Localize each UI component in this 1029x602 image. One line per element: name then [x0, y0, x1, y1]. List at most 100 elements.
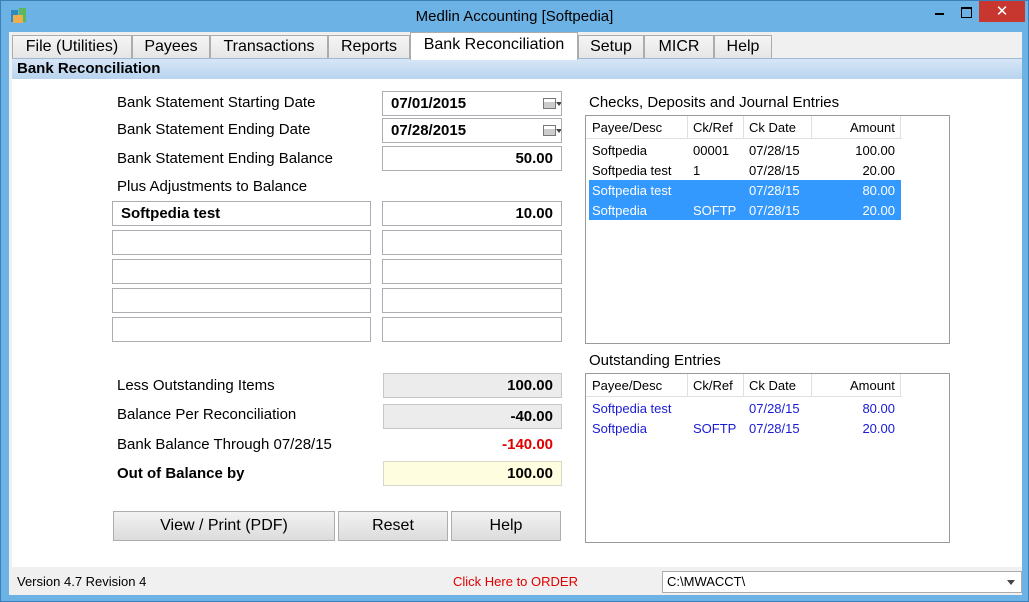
entry-payee: Softpedia test [592, 163, 672, 178]
column-divider[interactable] [900, 374, 901, 396]
tab-file-utilities[interactable]: File (Utilities) [12, 35, 132, 59]
reset-button[interactable]: Reset [338, 511, 448, 541]
column-header-ref[interactable]: Ck/Ref [693, 378, 733, 393]
tab-bank-reconciliation[interactable]: Bank Reconciliation [410, 32, 578, 60]
tab-strip: File (Utilities) Payees Transactions Rep… [9, 32, 1022, 60]
adjustment-desc-field[interactable] [112, 317, 371, 342]
maximize-button[interactable] [952, 1, 979, 22]
entry-ref: 00001 [693, 143, 730, 158]
data-path-select[interactable]: C:\MWACCT\ [662, 571, 1022, 593]
window-title: Medlin Accounting [Softpedia] [415, 8, 614, 25]
adjustment-desc-field[interactable]: Softpedia test [112, 201, 371, 226]
list-item[interactable]: Softpedia test 07/28/15 80.00 [589, 398, 901, 418]
reconciliation-panel: Bank Statement Starting Date 07/01/2015 … [12, 79, 1022, 567]
entry-date: 07/28/15 [749, 183, 800, 198]
tab-micr[interactable]: MICR [644, 35, 714, 59]
help-button[interactable]: Help [451, 511, 561, 541]
entries-list[interactable]: Payee/Desc Ck/Ref Ck Date Amount Softped… [585, 115, 950, 344]
column-header-date[interactable]: Ck Date [749, 378, 796, 393]
adjustment-amount-field[interactable] [382, 230, 562, 255]
column-divider[interactable] [900, 116, 901, 138]
column-header-payee[interactable]: Payee/Desc [592, 120, 662, 135]
chevron-down-icon[interactable] [556, 102, 561, 106]
close-button[interactable]: ✕ [979, 1, 1025, 22]
list-item[interactable]: Softpedia 00001 07/28/15 100.00 [589, 140, 901, 160]
tab-transactions[interactable]: Transactions [210, 35, 328, 59]
entry-amount: 100.00 [855, 143, 895, 158]
app-window: Medlin Accounting [Softpedia] ✕ File (Ut… [0, 0, 1029, 602]
adjustment-desc-field[interactable] [112, 259, 371, 284]
column-divider[interactable] [811, 116, 812, 138]
column-header-date[interactable]: Ck Date [749, 120, 796, 135]
order-link[interactable]: Click Here to ORDER [453, 574, 578, 589]
bank-balance-value: -140.00 [502, 436, 553, 453]
adjustment-amount-field[interactable] [382, 288, 562, 313]
end-balance-label: Bank Statement Ending Balance [117, 150, 333, 167]
start-date-picker[interactable]: 07/01/2015 [382, 91, 562, 116]
view-print-pdf-button[interactable]: View / Print (PDF) [113, 511, 335, 541]
column-divider[interactable] [687, 374, 688, 396]
chevron-down-icon[interactable] [1007, 580, 1015, 585]
column-header-amount[interactable]: Amount [850, 120, 895, 135]
chevron-down-icon[interactable] [556, 129, 561, 133]
column-divider[interactable] [743, 374, 744, 396]
column-header-ref[interactable]: Ck/Ref [693, 120, 733, 135]
column-header-payee[interactable]: Payee/Desc [592, 378, 662, 393]
list-item-selected[interactable]: Softpedia test 07/28/15 80.00 [589, 180, 901, 200]
entry-amount: 20.00 [862, 203, 895, 218]
minimize-button[interactable] [926, 1, 952, 22]
outstanding-list[interactable]: Payee/Desc Ck/Ref Ck Date Amount Softped… [585, 373, 950, 543]
out-of-balance-label: Out of Balance by [117, 465, 245, 482]
status-bar: Version 4.7 Revision 4 Click Here to ORD… [9, 567, 1022, 595]
entries-list-header: Payee/Desc Ck/Ref Ck Date Amount [586, 116, 902, 139]
adjustment-desc-field[interactable] [112, 230, 371, 255]
client-area: File (Utilities) Payees Transactions Rep… [9, 32, 1022, 595]
entry-amount: 80.00 [862, 401, 895, 416]
entry-amount: 20.00 [862, 421, 895, 436]
adjustment-amount-field[interactable] [382, 259, 562, 284]
entry-date: 07/28/15 [749, 401, 800, 416]
entries-title: Checks, Deposits and Journal Entries [589, 94, 840, 111]
entry-payee: Softpedia [592, 143, 647, 158]
outstanding-title: Outstanding Entries [589, 352, 721, 369]
entry-payee: Softpedia test [592, 183, 672, 198]
tab-payees[interactable]: Payees [132, 35, 210, 59]
adjustment-amount-field[interactable]: 10.00 [382, 201, 562, 226]
tab-help[interactable]: Help [714, 35, 772, 59]
adjustment-amount-field[interactable] [382, 317, 562, 342]
entry-date: 07/28/15 [749, 421, 800, 436]
less-outstanding-label: Less Outstanding Items [117, 377, 275, 394]
close-icon: ✕ [995, 3, 1009, 20]
entry-ref: SOFTP [693, 421, 737, 436]
entry-date: 07/28/15 [749, 143, 800, 158]
list-item[interactable]: Softpedia SOFTP 07/28/15 20.00 [589, 418, 901, 438]
entry-payee: Softpedia [592, 421, 647, 436]
column-divider[interactable] [687, 116, 688, 138]
title-bar[interactable]: Medlin Accounting [Softpedia] ✕ [1, 1, 1028, 32]
entry-amount: 80.00 [862, 183, 895, 198]
section-title: Bank Reconciliation [12, 58, 1022, 79]
end-date-picker[interactable]: 07/28/2015 [382, 118, 562, 143]
balance-per-recon-value: -40.00 [383, 404, 562, 429]
column-divider[interactable] [811, 374, 812, 396]
calendar-icon[interactable] [543, 125, 556, 136]
data-path-value: C:\MWACCT\ [667, 574, 746, 589]
calendar-icon[interactable] [543, 98, 556, 109]
end-balance-input[interactable]: 50.00 [382, 146, 562, 171]
start-date-value: 07/01/2015 [391, 95, 467, 112]
entry-ref: 1 [693, 163, 701, 178]
column-header-amount[interactable]: Amount [850, 378, 895, 393]
adjustment-desc-field[interactable] [112, 288, 371, 313]
end-date-value: 07/28/2015 [391, 122, 467, 139]
column-divider[interactable] [743, 116, 744, 138]
start-date-label: Bank Statement Starting Date [117, 94, 316, 111]
entry-amount: 20.00 [862, 163, 895, 178]
outstanding-list-header: Payee/Desc Ck/Ref Ck Date Amount [586, 374, 902, 397]
list-item[interactable]: Softpedia test 1 07/28/15 20.00 [589, 160, 901, 180]
list-item-selected[interactable]: Softpedia SOFTP 07/28/15 20.00 [589, 200, 901, 220]
tab-setup[interactable]: Setup [578, 35, 644, 59]
less-outstanding-value: 100.00 [383, 373, 562, 398]
balance-per-recon-label: Balance Per Reconciliation [117, 406, 297, 423]
tab-reports[interactable]: Reports [328, 35, 410, 59]
end-date-label: Bank Statement Ending Date [117, 121, 311, 138]
